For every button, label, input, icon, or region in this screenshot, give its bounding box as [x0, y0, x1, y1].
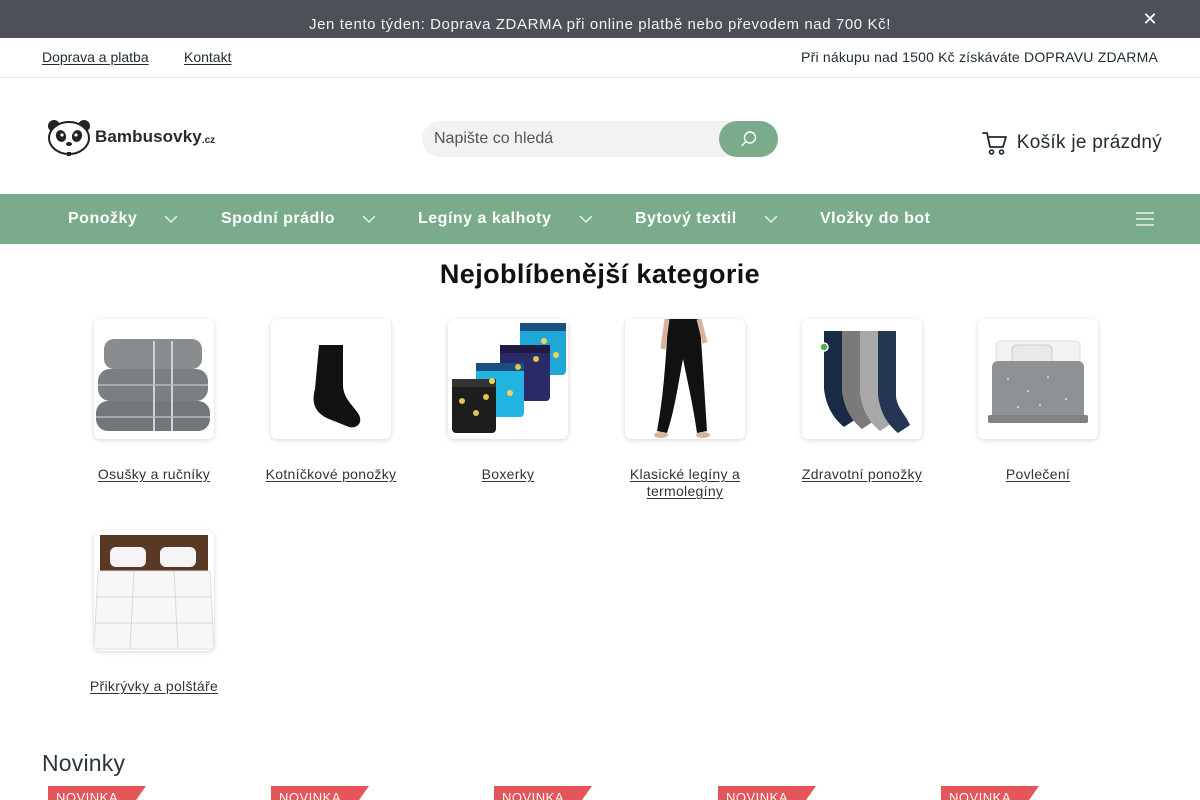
category-label: Boxerky	[481, 466, 535, 482]
nav-item-spodni-pradlo[interactable]: Spodní prádlo	[221, 194, 335, 244]
utility-bar: Doprava a platba Kontakt Při nákupu nad …	[0, 38, 1200, 78]
category-label: Zdravotní ponožky	[801, 466, 923, 482]
category-card[interactable]: Přikrývky a polštáře	[79, 531, 229, 695]
category-card[interactable]: Zdravotní ponožky	[787, 319, 937, 483]
search-input[interactable]	[422, 121, 732, 157]
logo-text: Bambusovky	[95, 127, 202, 146]
category-label: Povlečení	[1005, 466, 1071, 482]
cart-icon	[981, 132, 1007, 155]
panda-logo-icon	[48, 120, 90, 156]
category-card[interactable]: Osušky a ručníky	[79, 319, 229, 483]
category-label: Osušky a ručníky	[97, 466, 211, 482]
bedding-image	[978, 319, 1098, 439]
promo-text: Jen tento týden: Doprava ZDARMA při onli…	[309, 16, 891, 33]
leggings-image	[625, 319, 745, 439]
category-label: Klasické legíny a termolegíny	[629, 466, 741, 499]
health-socks-image	[802, 319, 922, 439]
ankle-sock-image	[271, 319, 391, 439]
category-card[interactable]: Boxerky	[433, 319, 583, 483]
nav-item-ponozky[interactable]: Ponožky	[68, 194, 137, 244]
boxers-image	[448, 319, 568, 439]
contact-link[interactable]: Kontakt	[184, 49, 231, 65]
search-icon	[740, 131, 756, 147]
main-nav: Ponožky Spodní prádlo Legíny a kalhoty B…	[0, 194, 1200, 244]
nav-item-bytovy-textil[interactable]: Bytový textil	[635, 194, 737, 244]
search-button[interactable]	[719, 121, 778, 157]
logo-tld: .cz	[201, 134, 216, 146]
cart-label: Košík je prázdný	[1016, 132, 1162, 153]
close-icon[interactable]: ✕	[1140, 9, 1160, 29]
nav-item-leginy-kalhoty[interactable]: Legíny a kalhoty	[418, 194, 551, 244]
new-badge: NOVINKA	[271, 786, 369, 800]
hamburger-menu-icon[interactable]	[1135, 210, 1155, 228]
category-card[interactable]: Povlečení	[963, 319, 1113, 483]
free-shipping-note: Při nákupu nad 1500 Kč získáváte DOPRAVU…	[801, 49, 1158, 65]
chevron-down-icon[interactable]	[763, 212, 779, 226]
category-card[interactable]: Klasické legíny a termolegíny	[610, 319, 760, 500]
category-label: Přikrývky a polštáře	[89, 678, 219, 694]
search-bar	[422, 121, 778, 157]
promo-bar: Jen tento týden: Doprava ZDARMA při onli…	[0, 0, 1200, 38]
new-badge: NOVINKA	[494, 786, 592, 800]
new-badge: NOVINKA	[48, 786, 146, 800]
new-badge: NOVINKA	[941, 786, 1039, 800]
new-badge: NOVINKA	[718, 786, 816, 800]
chevron-down-icon[interactable]	[578, 212, 594, 226]
chevron-down-icon[interactable]	[361, 212, 377, 226]
towels-image	[94, 319, 214, 439]
category-label: Kotníčkové ponožky	[265, 466, 397, 482]
nav-item-vlozky-do-bot[interactable]: Vložky do bot	[820, 194, 931, 244]
duvet-image	[94, 531, 214, 651]
popular-categories-title: Nejoblíbenější kategorie	[439, 259, 761, 289]
shipping-payment-link[interactable]: Doprava a platba	[42, 49, 149, 65]
category-card[interactable]: Kotníčkové ponožky	[256, 319, 406, 483]
new-products-title: Novinky	[42, 750, 126, 776]
site-logo[interactable]: Bambusovky .cz	[45, 117, 225, 157]
cart-button[interactable]: Košík je prázdný	[981, 130, 1162, 156]
chevron-down-icon[interactable]	[163, 212, 179, 226]
